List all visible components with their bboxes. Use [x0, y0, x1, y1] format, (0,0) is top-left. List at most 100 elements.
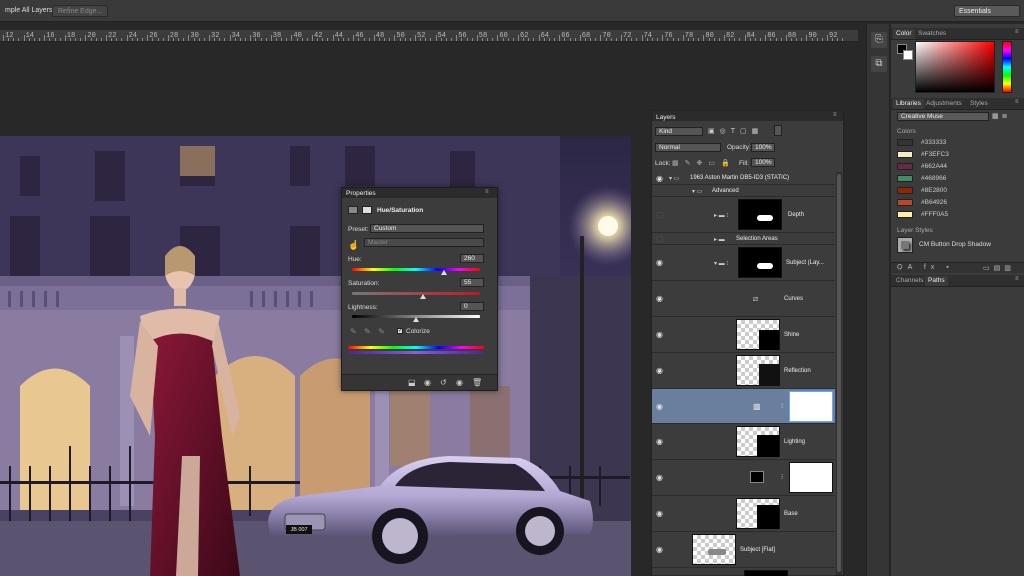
sample-all-layers-checkbox[interactable]: mple All Layers	[0, 5, 57, 17]
hue-spectrum[interactable]	[1002, 41, 1012, 93]
tab-styles[interactable]: Styles	[967, 99, 991, 109]
library-swatch[interactable]: #F3EFC3	[897, 150, 1017, 160]
fill-value[interactable]: 100%	[751, 158, 775, 167]
library-swatch[interactable]: #B64926	[897, 198, 1017, 208]
layer-hue-saturation[interactable]: ◉ ▩ ⁝	[652, 389, 835, 424]
eye-icon[interactable]: ▢	[656, 211, 664, 219]
eye-icon[interactable]: ◉	[656, 259, 664, 267]
layer-group-subject[interactable]: ◉ ▾ ▬ ⁝ Subject (Lay...	[652, 245, 835, 281]
eye-icon[interactable]: ◉	[656, 438, 664, 446]
layer-style-item[interactable]: CM Button Drop Shadow	[919, 241, 991, 248]
opacity-value[interactable]: 100%	[751, 143, 775, 152]
eye-icon[interactable]: ◉	[656, 367, 664, 375]
mask-icon[interactable]	[362, 206, 372, 214]
eye-icon[interactable]: ◉	[656, 331, 664, 339]
filter-toggle[interactable]	[774, 125, 782, 136]
hand-tool-icon[interactable]: ☝	[348, 240, 359, 251]
eye-icon[interactable]: ◉	[656, 546, 664, 554]
eyedropper-minus-icon[interactable]: ✎	[378, 327, 385, 336]
layer-group-aston[interactable]: ◉ ▾ ▭ 1963 Aston Martin DB5-ID3 (STATIC)	[652, 172, 835, 185]
eyedropper-icon[interactable]: ✎	[350, 327, 357, 336]
tab-adjustments[interactable]: Adjustments	[923, 99, 965, 109]
saturation-slider-thumb[interactable]	[420, 294, 426, 299]
layer-group-advanced[interactable]: ▾ ▭ Advanced	[652, 185, 835, 197]
eye-icon[interactable]: ◉	[656, 403, 664, 411]
library-swatch[interactable]: #8E2800	[897, 186, 1017, 196]
delete-icon[interactable]: 🗑	[472, 378, 482, 387]
history-icon[interactable]: ⎘	[871, 32, 887, 48]
tab-channels[interactable]: Channels	[893, 276, 926, 286]
layer-lighting[interactable]: ◉ Lighting	[652, 424, 835, 460]
reset-icon[interactable]: ↺	[440, 378, 447, 387]
saturation-slider[interactable]	[352, 292, 480, 295]
refine-edge-button[interactable]: Refine Edge...	[52, 5, 109, 17]
panel-menu-icon[interactable]: ≡	[485, 189, 489, 195]
panel-menu-icon[interactable]: ≡	[1015, 99, 1019, 105]
tab-color[interactable]: Color	[893, 29, 915, 39]
lightness-slider-thumb[interactable]	[413, 317, 419, 322]
ruler-tick	[780, 38, 782, 41]
disclosure-arrow-icon[interactable]: ▾ ▬ ⁝	[714, 260, 728, 267]
eye-icon[interactable]: ◉	[656, 295, 664, 303]
properties-icon[interactable]: ⧉	[871, 56, 887, 72]
channel-select[interactable]: Master	[364, 238, 484, 247]
ruler-tick	[389, 38, 391, 41]
library-swatch[interactable]: #333333	[897, 138, 1017, 148]
disclosure-arrow-icon[interactable]: ▸ ▬	[714, 236, 725, 243]
layer-group-depth[interactable]: ▢ ▸ ▬ ⁝ Depth	[652, 197, 835, 233]
library-swatch[interactable]: #FFF0A5	[897, 210, 1017, 220]
lock-icons[interactable]: ▦✎✥▭🔒	[672, 159, 736, 167]
filter-kind-select[interactable]: Kind	[655, 127, 703, 136]
colorize-checkbox[interactable]: ✓	[397, 328, 403, 334]
layer-group-selection-areas[interactable]: ▢ ▸ ▬ Selection Areas	[652, 233, 835, 245]
library-swatch[interactable]: #662A44	[897, 162, 1017, 172]
background-color-swatch[interactable]	[903, 50, 913, 60]
link-icon[interactable]: ⁝	[781, 473, 783, 481]
saturation-value[interactable]: 55	[460, 278, 484, 287]
tab-paths[interactable]: Paths	[925, 276, 948, 286]
layer-unnamed-adjustment[interactable]: ◉ ⁝	[652, 460, 835, 496]
eye-icon[interactable]: ▢	[656, 235, 664, 243]
library-footer-icons[interactable]: ⛭A fx ▪	[897, 264, 954, 272]
eye-icon[interactable]: ◉	[656, 474, 664, 482]
layer-name: Reflection	[784, 368, 811, 374]
disclosure-arrow-icon[interactable]: ▾ ▭	[692, 188, 702, 195]
eye-icon[interactable]: ◉	[656, 175, 664, 183]
panel-menu-icon[interactable]: ≡	[833, 112, 837, 118]
color-field[interactable]	[915, 41, 995, 93]
view-previous-icon[interactable]: ◉	[424, 378, 431, 387]
library-footer-right-icons[interactable]: ▭▤▥	[983, 264, 1015, 272]
library-select[interactable]: Creative Muse	[897, 112, 989, 121]
hue-value[interactable]: 260	[460, 254, 484, 263]
eyedropper-plus-icon[interactable]: ✎	[364, 327, 371, 336]
disclosure-arrow-icon[interactable]: ▾ ▭	[669, 175, 679, 182]
layer-reflection[interactable]: ◉ Reflection	[652, 353, 835, 389]
layer-style-thumbnail[interactable]	[897, 237, 913, 253]
preset-select[interactable]: Custom	[370, 224, 484, 233]
layer-curves[interactable]: ◉ ⧄ Curves	[652, 281, 835, 317]
library-swatch[interactable]: #468966	[897, 174, 1017, 184]
filter-icons[interactable]: ▣◎T▢▦	[708, 127, 763, 135]
tab-libraries[interactable]: Libraries	[893, 99, 924, 109]
clip-to-layer-icon[interactable]: ⬓	[408, 378, 416, 387]
hue-slider[interactable]	[352, 268, 480, 271]
blend-mode-select[interactable]: Normal	[655, 143, 721, 152]
hue-slider-thumb[interactable]	[441, 270, 447, 275]
horizontal-ruler: 12 14 16 18 20 22 24 26 28 30 32 34 36 38 40 42 44 46 48 50…	[0, 30, 858, 42]
layer-subject-flat[interactable]: ◉ Subject [Flat]	[652, 532, 835, 568]
layers-scrollbar[interactable]	[836, 172, 842, 575]
visibility-icon[interactable]: ◉	[456, 378, 463, 387]
layer-next[interactable]	[652, 568, 835, 576]
link-icon[interactable]: ⁝	[781, 402, 783, 410]
layer-base[interactable]: ◉ Base	[652, 496, 835, 532]
layer-shine[interactable]: ◉ Shine	[652, 317, 835, 353]
document-canvas[interactable]: JB 007	[0, 136, 631, 576]
tab-swatches[interactable]: Swatches	[915, 29, 949, 39]
eye-icon[interactable]: ◉	[656, 510, 664, 518]
panel-menu-icon[interactable]: ≡	[1015, 29, 1019, 35]
panel-menu-icon[interactable]: ≡	[1015, 276, 1019, 282]
disclosure-arrow-icon[interactable]: ▸ ▬ ⁝	[714, 212, 728, 219]
workspace-switcher[interactable]: Essentials	[954, 5, 1020, 17]
view-toggle-icons[interactable]: ▦≣	[992, 112, 1010, 120]
lightness-value[interactable]: 0	[460, 302, 484, 311]
